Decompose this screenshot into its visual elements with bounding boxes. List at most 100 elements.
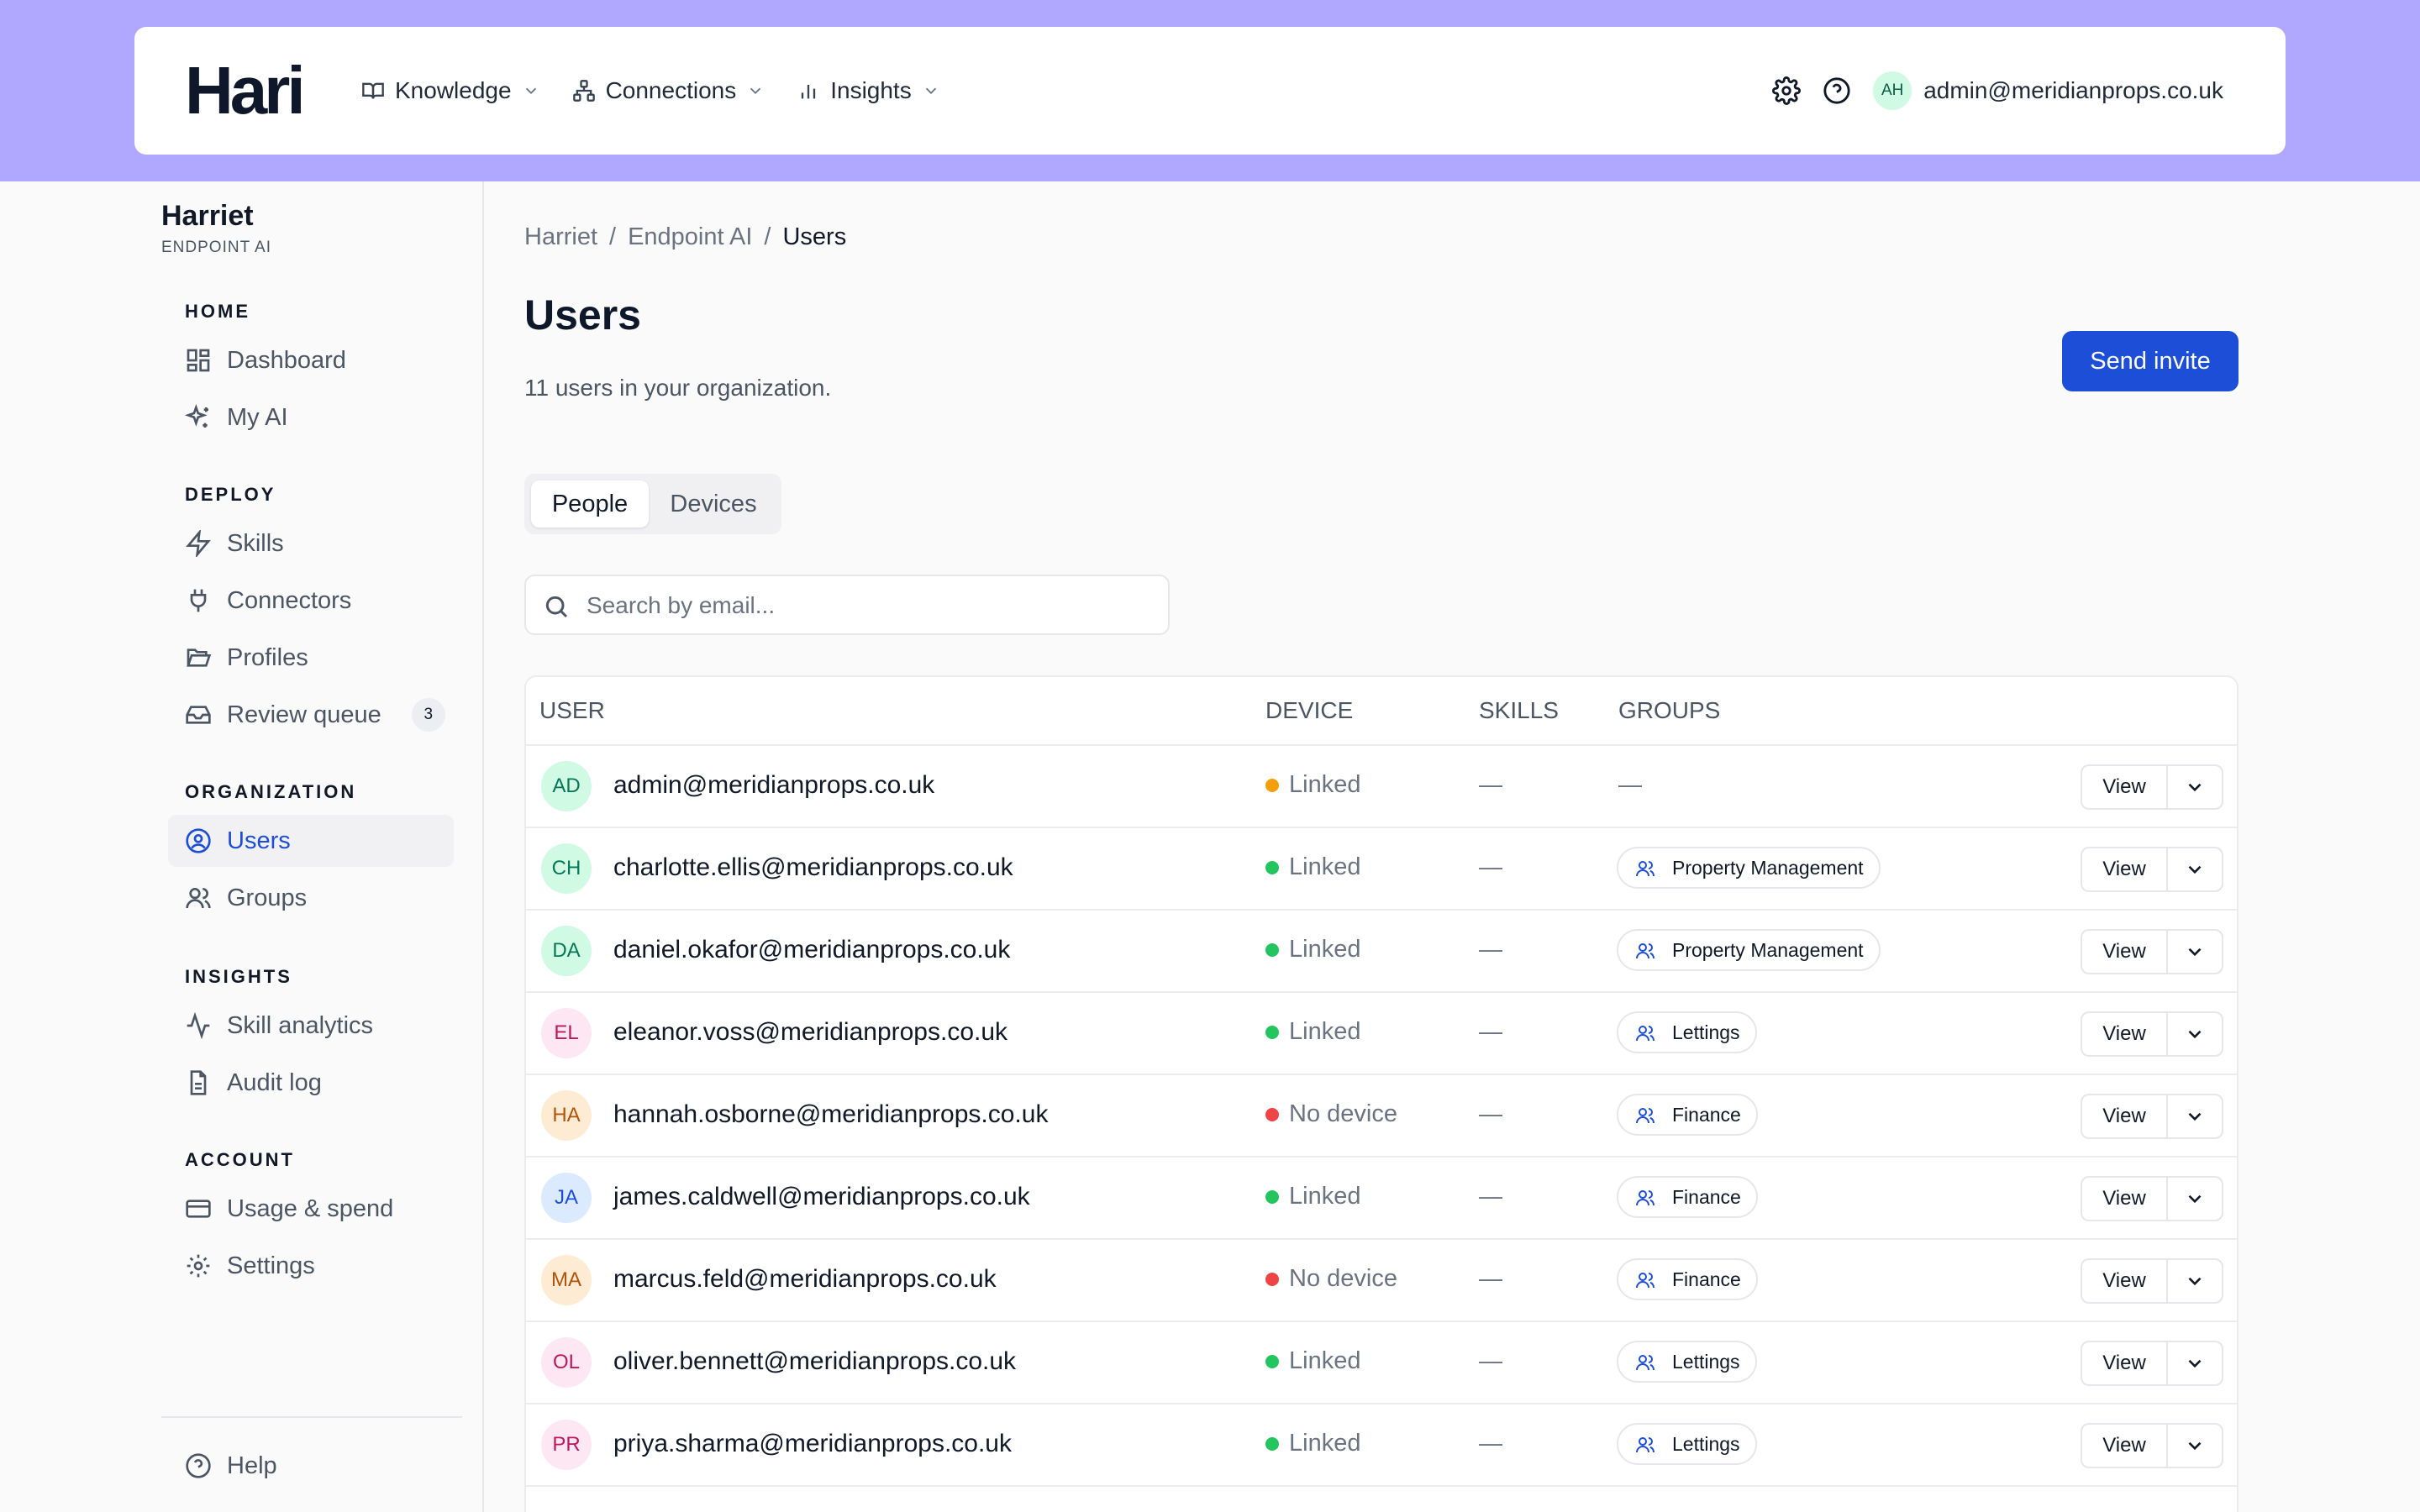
group-pill[interactable]: Property Management [1617,847,1881,889]
group-pill[interactable]: Property Management [1617,929,1881,971]
avatar: CH [541,843,592,894]
row-menu-button[interactable] [2168,1178,2222,1220]
status-dot [1265,1107,1279,1121]
chevron-down-icon [2188,948,2202,957]
group-pill[interactable]: Finance [1617,1094,1758,1136]
tab-devices[interactable]: Devices [652,480,775,528]
status-dot [1265,1189,1279,1204]
search-input[interactable] [587,588,1141,623]
users-icon [1636,861,1655,877]
row-menu-button[interactable] [2168,766,2222,808]
view-button[interactable]: View [2082,766,2168,808]
sidebar-item-help[interactable]: Help [168,1440,454,1492]
skills-cell: — [1479,1183,1502,1209]
row-menu-button[interactable] [2168,1425,2222,1467]
table-row[interactable]: AD admin@meridianprops.co.uk Linked — — … [526,746,2237,828]
gear-icon[interactable] [1772,76,1802,105]
group-empty: — [1618,771,1642,797]
avatar: JA [541,1173,592,1223]
view-tabs: People Devices [524,474,781,534]
sidebar-item-skills[interactable]: Skills [168,517,454,570]
row-menu-button[interactable] [2168,931,2222,973]
sidebar-item-label: Help [227,1452,277,1479]
section-account: ACCOUNT [185,1149,295,1170]
table-row[interactable]: MA marcus.feld@meridianprops.co.uk No de… [526,1240,2237,1322]
row-menu-button[interactable] [2168,1095,2222,1137]
sidebar-item-groups[interactable]: Groups [168,872,454,924]
group-pill[interactable]: Finance [1617,1258,1758,1300]
section-insights: INSIGHTS [185,966,292,987]
table-row[interactable]: DA daniel.okafor@meridianprops.co.uk Lin… [526,911,2237,993]
workspace-name[interactable]: Harriet [161,200,254,233]
group-name: Finance [1672,1185,1741,1208]
row-actions: View [2081,929,2223,974]
chevron-down-icon [525,87,536,95]
user-avatar[interactable]: AH [1873,71,1912,110]
avatar: MA [541,1255,592,1305]
sidebar-item-review-queue[interactable]: Review queue 3 [168,689,454,741]
table-row[interactable]: JA james.caldwell@meridianprops.co.uk Li… [526,1158,2237,1240]
device-status-label: Linked [1289,1430,1361,1457]
sidebar-item-profiles[interactable]: Profiles [168,632,454,684]
users-icon [1636,1190,1655,1206]
breadcrumb-item[interactable]: Endpoint AI [628,223,752,251]
sidebar-item-dashboard[interactable]: Dashboard [168,334,454,386]
group-pill[interactable]: Lettings [1617,1423,1757,1465]
nav-insights[interactable]: Insights [797,77,940,104]
sidebar: Harriet ENDPOINT AI HOME Dashboard My AI… [0,181,484,1512]
sidebar-item-my-ai[interactable]: My AI [168,391,454,444]
row-menu-button[interactable] [2168,1260,2222,1302]
table-header: USER DEVICE SKILLS GROUPS [526,677,2237,746]
sidebar-item-users[interactable]: Users [168,815,454,867]
table-row[interactable]: HA hannah.osborne@meridianprops.co.uk No… [526,1075,2237,1158]
sidebar-item-audit-log[interactable]: Audit log [168,1057,454,1109]
table-row[interactable]: PR priya.sharma@meridianprops.co.uk Link… [526,1404,2237,1487]
view-button[interactable]: View [2082,1178,2168,1220]
skills-cell: — [1479,1100,1502,1126]
users-icon [1636,1437,1655,1453]
page-title: Users [524,291,641,339]
breadcrumb-item[interactable]: Harriet [524,223,597,251]
view-button[interactable]: View [2082,931,2168,973]
table-row[interactable]: CH charlotte.ellis@meridianprops.co.uk L… [526,828,2237,911]
device-status-label: Linked [1289,853,1361,880]
user-circle-icon [186,828,211,853]
chevron-down-icon [2188,1194,2202,1204]
users-icon [1636,943,1655,959]
logo[interactable]: Hari [185,55,306,126]
users-icon [1636,1108,1655,1124]
view-button[interactable]: View [2082,1095,2168,1137]
tab-people[interactable]: People [531,480,649,528]
sidebar-item-connectors[interactable]: Connectors [168,575,454,627]
view-button[interactable]: View [2082,1013,2168,1055]
sidebar-item-skill-analytics[interactable]: Skill analytics [168,1000,454,1052]
send-invite-button[interactable]: Send invite [2062,331,2238,391]
table-row[interactable]: EL eleanor.voss@meridianprops.co.uk Link… [526,993,2237,1075]
nav-knowledge[interactable]: Knowledge [361,77,540,104]
group-pill[interactable]: Lettings [1617,1011,1757,1053]
user-email[interactable]: admin@meridianprops.co.uk [1923,77,2223,104]
row-menu-button[interactable] [2168,1013,2222,1055]
group-name: Lettings [1672,1021,1740,1043]
view-button[interactable]: View [2082,1260,2168,1302]
row-menu-button[interactable] [2168,1342,2222,1384]
status-dot [1265,942,1279,957]
user-email-cell: admin@meridianprops.co.uk [613,771,935,799]
row-menu-button[interactable] [2168,848,2222,890]
sidebar-item-label: Usage & spend [227,1194,394,1222]
sidebar-item-usage-spend[interactable]: Usage & spend [168,1183,454,1235]
table-row[interactable]: OL oliver.bennett@meridianprops.co.uk Li… [526,1322,2237,1404]
view-button[interactable]: View [2082,1425,2168,1467]
sidebar-item-label: My AI [227,403,288,431]
group-name: Finance [1672,1268,1741,1290]
sidebar-item-settings[interactable]: Settings [168,1240,454,1292]
view-button[interactable]: View [2082,848,2168,890]
sidebar-item-label: Settings [227,1252,315,1279]
help-circle-icon[interactable] [1823,76,1851,105]
skills-cell: — [1479,853,1502,879]
group-pill[interactable]: Lettings [1617,1341,1757,1383]
view-button[interactable]: View [2082,1342,2168,1384]
plug-icon [190,589,207,612]
group-pill[interactable]: Finance [1617,1176,1758,1218]
nav-connections[interactable]: Connections [572,77,765,104]
